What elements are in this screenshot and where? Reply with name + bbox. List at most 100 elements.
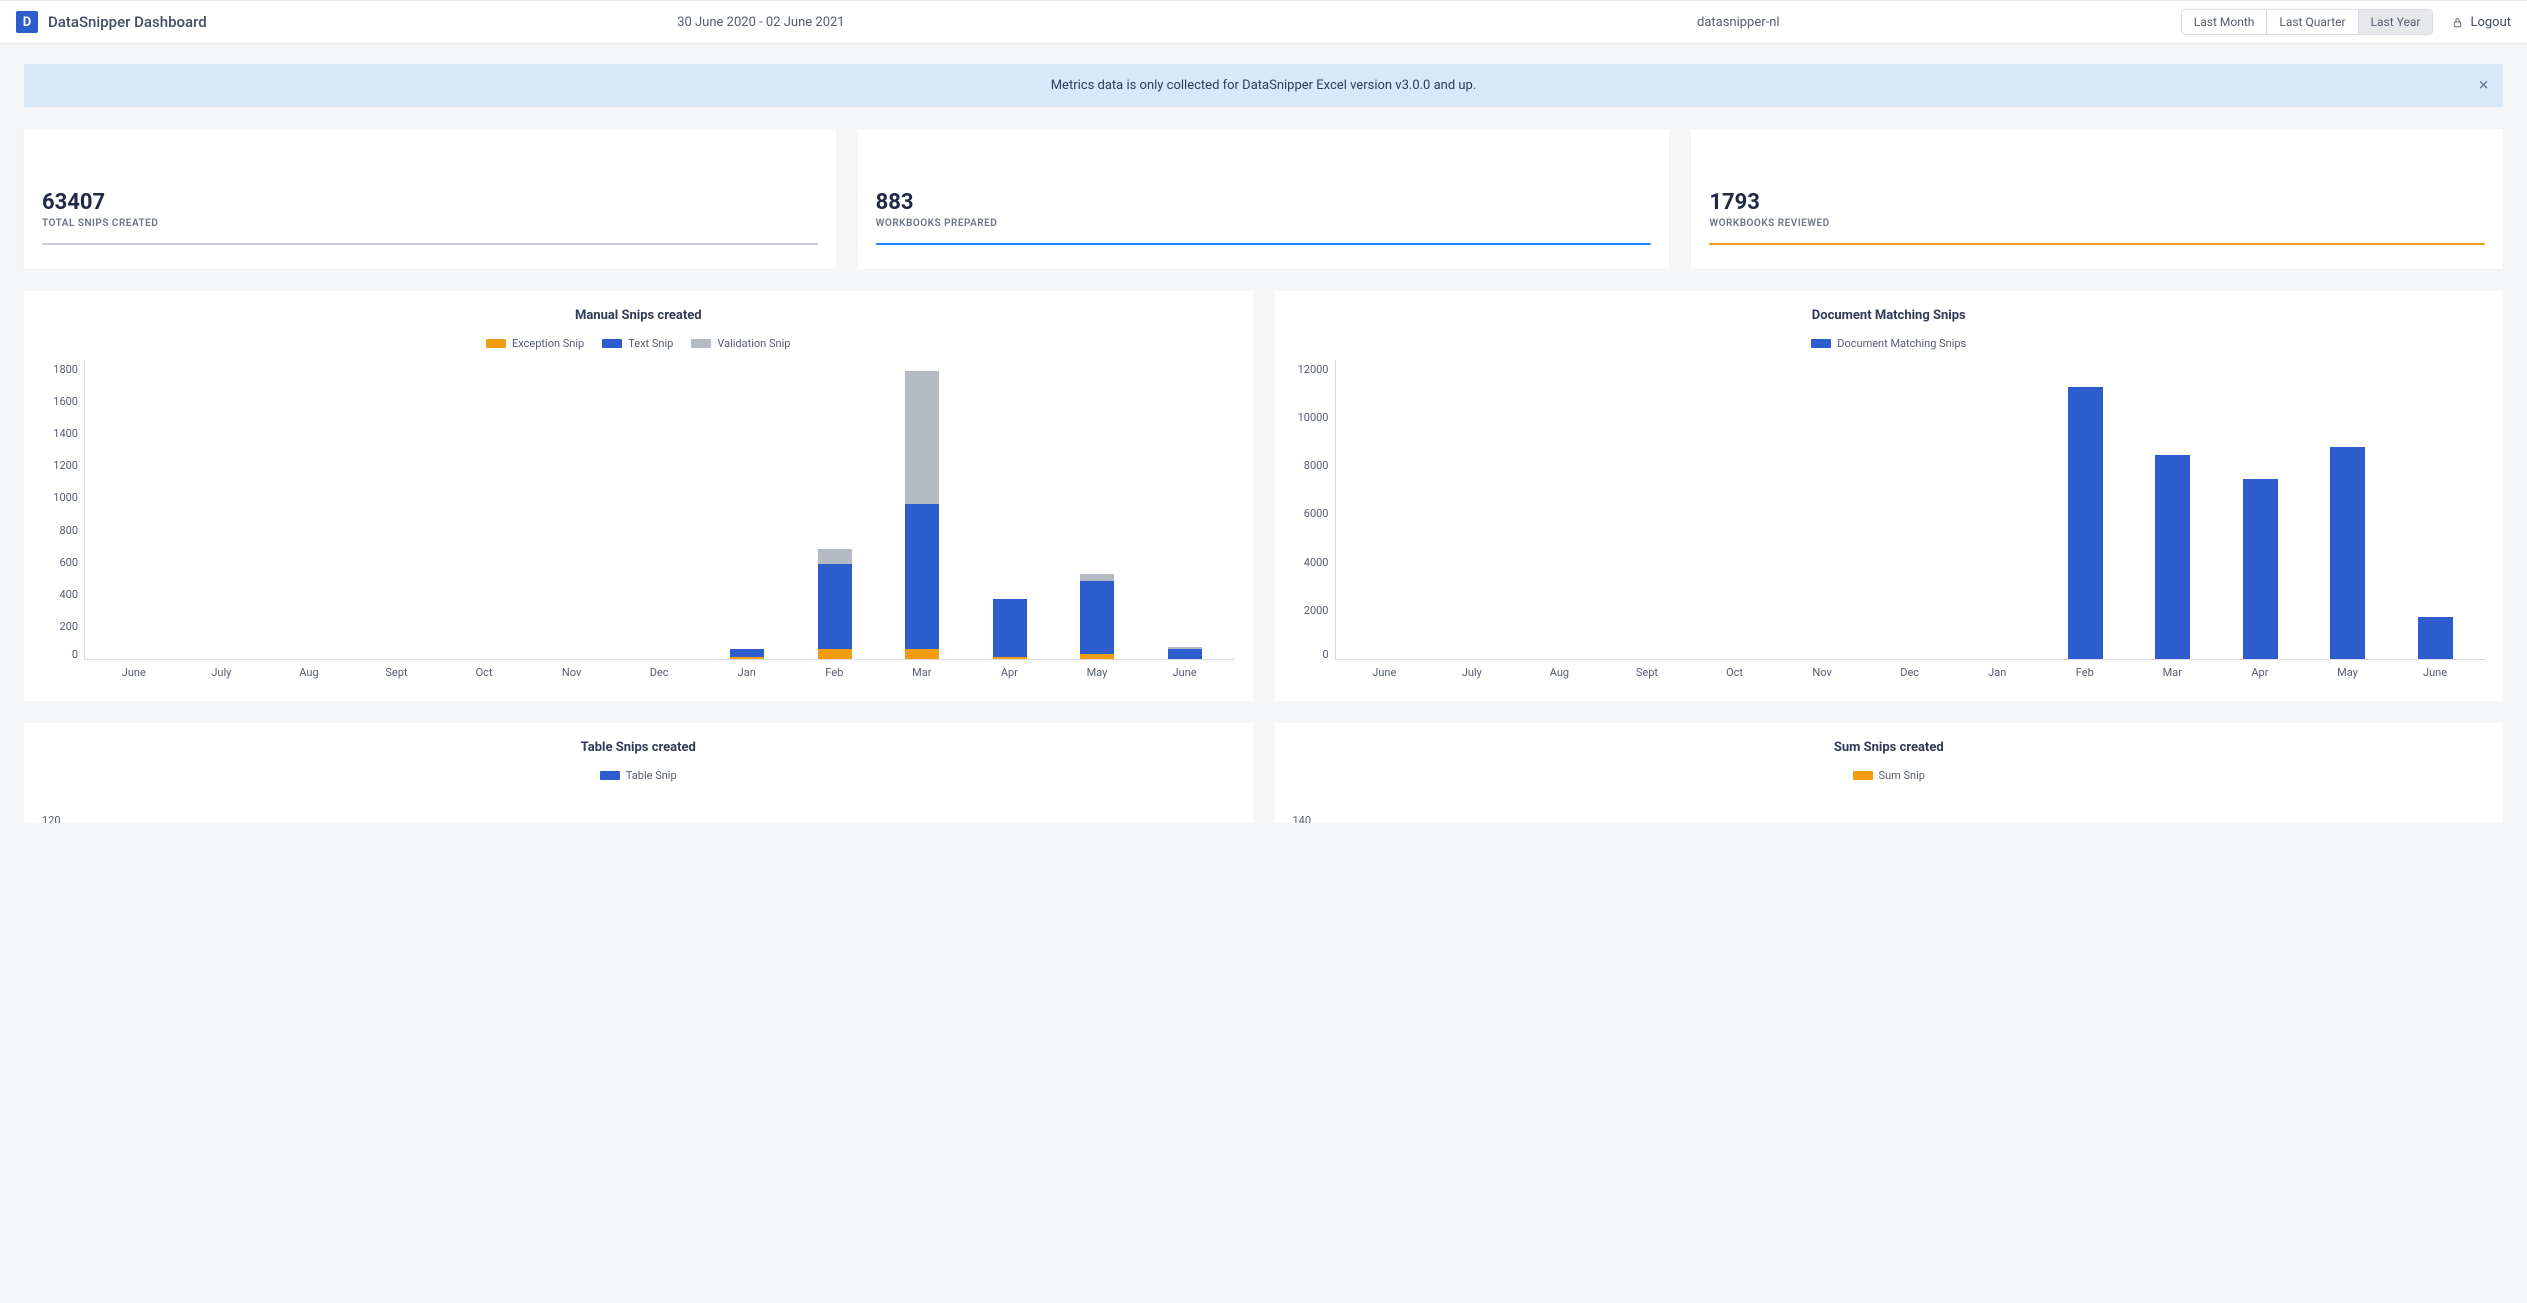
chart-title: Document Matching Snips	[1293, 305, 2486, 323]
bar	[2418, 617, 2453, 660]
period-last-quarter[interactable]: Last Quarter	[2267, 10, 2358, 34]
y-tick: 400	[42, 589, 78, 600]
summary-value: 883	[876, 190, 1652, 215]
x-tick: Jan	[1969, 666, 2025, 679]
summary-value: 63407	[42, 190, 818, 215]
legend-label: Exception Snip	[512, 337, 584, 350]
lock-icon	[2451, 16, 2464, 29]
bar	[2243, 479, 2278, 659]
chart-sum-snips: Sum Snips created Sum Snip 140	[1275, 723, 2504, 823]
y-tick: 8000	[1293, 460, 1329, 471]
y-tick: 1400	[42, 428, 78, 439]
y-tick: 0	[42, 649, 78, 660]
chart-legend: Exception Snip Text Snip Validation Snip	[42, 337, 1235, 350]
info-banner: Metrics data is only collected for DataS…	[24, 64, 2503, 107]
summary-underline	[1709, 243, 2485, 245]
bar-group	[894, 360, 950, 659]
bar-group	[107, 360, 163, 659]
bar-group	[1069, 360, 1125, 659]
legend-exception-snip: Exception Snip	[486, 337, 584, 350]
header-right: Last Month Last Quarter Last Year Logout	[2181, 9, 2511, 35]
y-axis: 180016001400120010008006004002000	[42, 360, 84, 660]
bar-group	[2145, 360, 2201, 659]
summary-label: WORKBOOKS PREPARED	[876, 218, 1652, 229]
chart-title: Table Snips created	[42, 737, 1235, 755]
y-tick: 10000	[1293, 412, 1329, 423]
x-tick: Mar	[2144, 666, 2200, 679]
y-axis: 120001000080006000400020000	[1293, 360, 1335, 660]
bar-stack	[1080, 574, 1114, 659]
summary-workbooks-prepared: 883 WORKBOOKS PREPARED	[858, 129, 1670, 269]
bar-group	[2320, 360, 2376, 659]
y-tick: 120	[42, 814, 61, 823]
bar-group	[194, 360, 250, 659]
y-tick: 1600	[42, 396, 78, 407]
x-axis: JuneJulyAugSeptOctNovDecJanFebMarAprMayJ…	[1335, 666, 2486, 679]
period-last-year[interactable]: Last Year	[2359, 10, 2433, 34]
y-tick: 1200	[42, 460, 78, 471]
bar-group	[719, 360, 775, 659]
x-tick: June	[1157, 666, 1213, 679]
page-title: DataSnipper Dashboard	[48, 13, 207, 31]
bar-segment	[1168, 649, 1202, 659]
bar-group	[369, 360, 425, 659]
legend-swatch	[486, 339, 506, 348]
x-tick: May	[2319, 666, 2375, 679]
plot-area	[84, 360, 1235, 660]
info-banner-text: Metrics data is only collected for DataS…	[1051, 78, 1477, 93]
bar-group	[1445, 360, 1501, 659]
x-tick: Nov	[544, 666, 600, 679]
brand: D DataSnipper Dashboard	[16, 11, 276, 33]
legend-sum-snip: Sum Snip	[1853, 769, 1925, 782]
legend-swatch	[1811, 339, 1831, 348]
bar-group	[457, 360, 513, 659]
chart-doc-matching: Document Matching Snips Document Matchin…	[1275, 291, 2504, 701]
chart-title: Sum Snips created	[1293, 737, 2486, 755]
y-tick: 200	[42, 621, 78, 632]
plot-area	[1335, 360, 2486, 660]
bar-segment	[730, 657, 764, 659]
bar-group	[1882, 360, 1938, 659]
y-tick: 0	[1293, 649, 1329, 660]
chart-manual-snips: Manual Snips created Exception Snip Text…	[24, 291, 1253, 701]
period-last-month[interactable]: Last Month	[2182, 10, 2268, 34]
bar-segment	[1080, 654, 1114, 659]
y-tick: 1800	[42, 364, 78, 375]
x-tick: Nov	[1794, 666, 1850, 679]
bar-segment	[993, 657, 1027, 659]
close-icon[interactable]: ✕	[2478, 78, 2489, 93]
x-tick: Mar	[894, 666, 950, 679]
summary-label: TOTAL SNIPS CREATED	[42, 218, 818, 229]
summary-underline	[876, 243, 1652, 245]
summary-row: 63407 TOTAL SNIPS CREATED 883 WORKBOOKS …	[24, 129, 2503, 269]
legend-swatch	[600, 771, 620, 780]
legend-doc-matching: Document Matching Snips	[1811, 337, 1966, 350]
legend-label: Validation Snip	[717, 337, 790, 350]
bar-segment	[818, 549, 852, 564]
chart-row-1: Manual Snips created Exception Snip Text…	[24, 291, 2503, 701]
legend-swatch	[1853, 771, 1873, 780]
y-tick: 800	[42, 525, 78, 536]
x-tick: June	[106, 666, 162, 679]
legend-table-snip: Table Snip	[600, 769, 677, 782]
x-tick: Sept	[1619, 666, 1675, 679]
legend-label: Sum Snip	[1879, 769, 1925, 782]
summary-total-snips: 63407 TOTAL SNIPS CREATED	[24, 129, 836, 269]
x-tick: Jan	[719, 666, 775, 679]
x-tick: June	[2407, 666, 2463, 679]
legend-label: Text Snip	[628, 337, 673, 350]
y-tick: 6000	[1293, 508, 1329, 519]
bar-group	[544, 360, 600, 659]
legend-label: Table Snip	[626, 769, 677, 782]
page-body: Metrics data is only collected for DataS…	[0, 44, 2527, 865]
bar-group	[2232, 360, 2288, 659]
chart-title: Manual Snips created	[42, 305, 1235, 323]
logout-button[interactable]: Logout	[2451, 15, 2511, 30]
bar	[2068, 387, 2103, 660]
bar-group	[1707, 360, 1763, 659]
x-tick: May	[1069, 666, 1125, 679]
x-tick: June	[1356, 666, 1412, 679]
y-tick: 600	[42, 557, 78, 568]
legend-swatch	[691, 339, 711, 348]
summary-workbooks-reviewed: 1793 WORKBOOKS REVIEWED	[1691, 129, 2503, 269]
